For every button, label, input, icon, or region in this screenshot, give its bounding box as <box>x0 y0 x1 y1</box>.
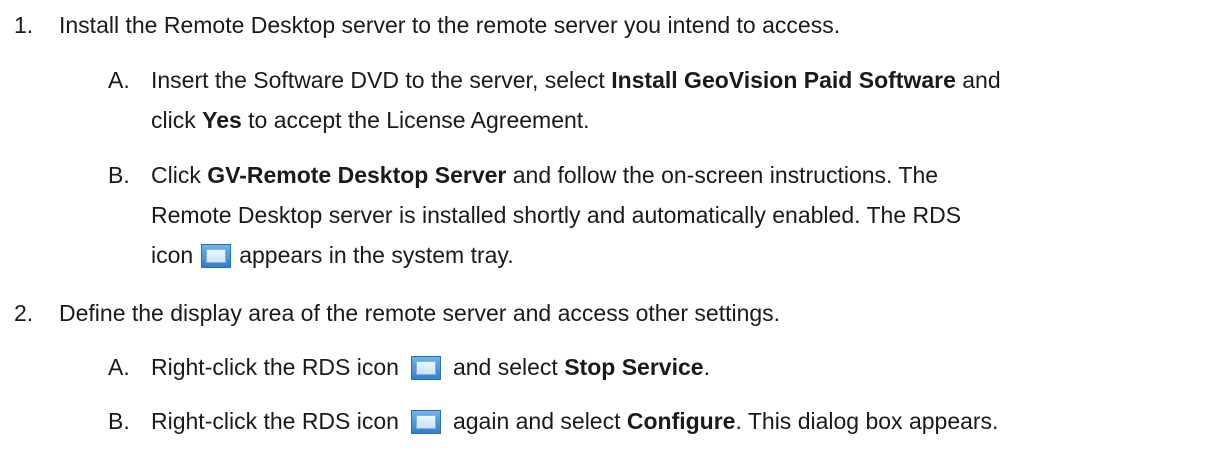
rds-monitor-icon <box>201 244 232 268</box>
bold-gv-remote-desktop-server: GV-Remote Desktop Server <box>207 162 507 188</box>
bold-configure: Configure <box>626 408 736 434</box>
step-1a-letter: A. <box>108 67 130 93</box>
step-1b-line-2: Remote Desktop server is installed short… <box>151 202 962 228</box>
step-1b-line-3: icon appears in the system tray. <box>151 242 514 268</box>
bold-yes: Yes <box>202 107 242 133</box>
step-2a-line-1: Right-click the RDS icon and select Stop … <box>151 354 710 380</box>
step-1a-line-2: click Yes to accept the License Agreemen… <box>151 107 590 133</box>
step-1a-line-1: Insert the Software DVD to the server, s… <box>151 67 1001 93</box>
bold-install-geovision: Install GeoVision Paid Software <box>611 67 956 93</box>
step-1b-letter: B. <box>108 162 130 188</box>
step-2-number: 2. <box>14 300 34 326</box>
step-2a-letter: A. <box>108 354 130 380</box>
step-2-text: Define the display area of the remote se… <box>59 300 781 326</box>
bold-stop-service: Stop Service <box>564 354 704 380</box>
rds-monitor-icon <box>410 356 441 380</box>
step-1-text: Install the Remote Desktop server to the… <box>59 12 841 38</box>
step-2b-line-1: Right-click the RDS icon again and select… <box>151 408 999 434</box>
step-2b-letter: B. <box>108 408 130 434</box>
step-1-number: 1. <box>14 12 34 38</box>
rds-monitor-icon <box>410 410 441 434</box>
step-1b-line-1: Click GV-Remote Desktop Server and follo… <box>151 162 939 188</box>
